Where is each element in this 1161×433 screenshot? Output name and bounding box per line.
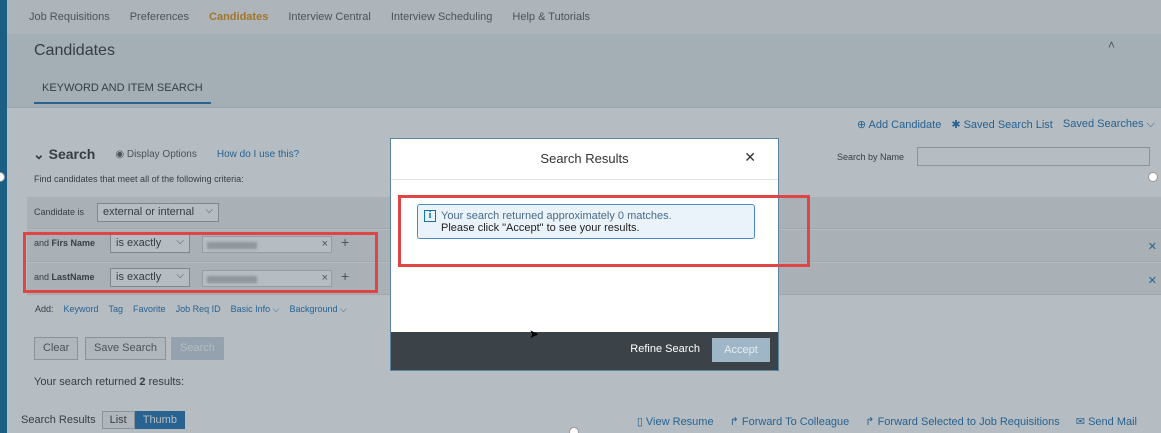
mouse-pointer-icon: ➤ [529,327,540,341]
close-icon[interactable]: ✕ [744,149,756,166]
resize-handle-right[interactable] [1148,172,1158,182]
dialog-divider [391,179,778,180]
resize-handle-bottom[interactable] [569,427,579,433]
highlight-info-message [398,195,810,267]
highlight-name-fields [23,232,378,293]
refine-search-button[interactable]: Refine Search [630,343,700,355]
accept-button[interactable]: Accept [712,338,770,362]
dialog-title: Search Results [540,151,629,166]
left-accent-bar [0,0,7,433]
dialog-footer: Refine Search Accept [391,332,778,370]
